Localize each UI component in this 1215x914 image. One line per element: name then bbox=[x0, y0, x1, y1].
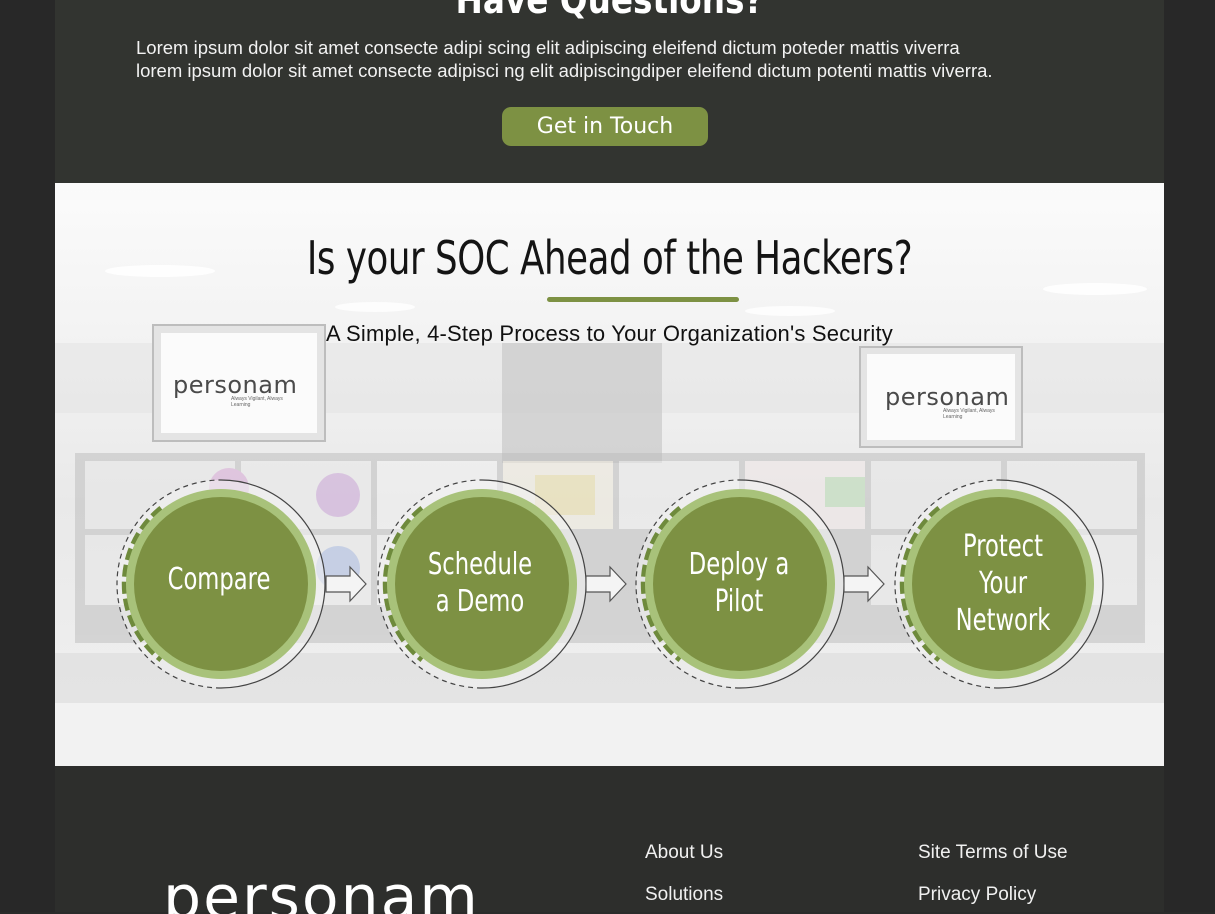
questions-text-line-2: lorem ipsum dolor sit amet consecte adip… bbox=[136, 60, 993, 81]
footer-link-site-terms[interactable]: Site Terms of Use bbox=[918, 842, 1068, 864]
step-3-arrow bbox=[843, 566, 885, 602]
step-2-arrow bbox=[585, 566, 627, 602]
questions-section: Have Questions? Lorem ipsum dolor sit am… bbox=[55, 0, 1164, 183]
footer-logo[interactable]: personam bbox=[163, 874, 480, 914]
footer-link-about-us[interactable]: About Us bbox=[645, 842, 723, 864]
footer-link-solutions[interactable]: Solutions bbox=[645, 884, 723, 906]
footer-link-privacy-policy[interactable]: Privacy Policy bbox=[918, 884, 1036, 906]
step-1-line-1: Compare bbox=[167, 562, 271, 597]
step-4-line-3: Network bbox=[955, 603, 1051, 638]
step-2-line-1: Schedule bbox=[427, 547, 533, 582]
step-3-line-1: Deploy a bbox=[688, 547, 790, 582]
page-margin-right bbox=[1164, 0, 1215, 912]
questions-text: Lorem ipsum dolor sit amet consecte adip… bbox=[136, 36, 1086, 82]
get-in-touch-button[interactable]: Get in Touch bbox=[502, 107, 708, 146]
footer: personam About Us Solutions Site Terms o… bbox=[55, 766, 1164, 914]
questions-text-line-1: Lorem ipsum dolor sit amet consecte adip… bbox=[136, 37, 960, 58]
step-3-label: Deploy a Pilot bbox=[647, 546, 832, 620]
soc-process-section: personam Always Vigilant, Always Learnin… bbox=[55, 183, 1164, 766]
step-2-line-2: a Demo bbox=[435, 584, 525, 619]
step-1-arrow bbox=[325, 566, 367, 602]
step-4-line-1: Protect bbox=[962, 529, 1044, 564]
process-steps-graphic bbox=[55, 183, 1164, 766]
step-2-label: Schedule a Demo bbox=[388, 546, 573, 620]
step-1-label: Compare bbox=[127, 561, 312, 598]
page-margin-left bbox=[0, 0, 55, 912]
questions-title: Have Questions? bbox=[455, 0, 764, 22]
step-3-line-2: Pilot bbox=[714, 584, 764, 619]
step-4-label: Protect Your Network bbox=[911, 528, 1096, 639]
footer-logo-text: personam bbox=[163, 874, 480, 914]
step-4-line-2: Your bbox=[978, 566, 1028, 601]
